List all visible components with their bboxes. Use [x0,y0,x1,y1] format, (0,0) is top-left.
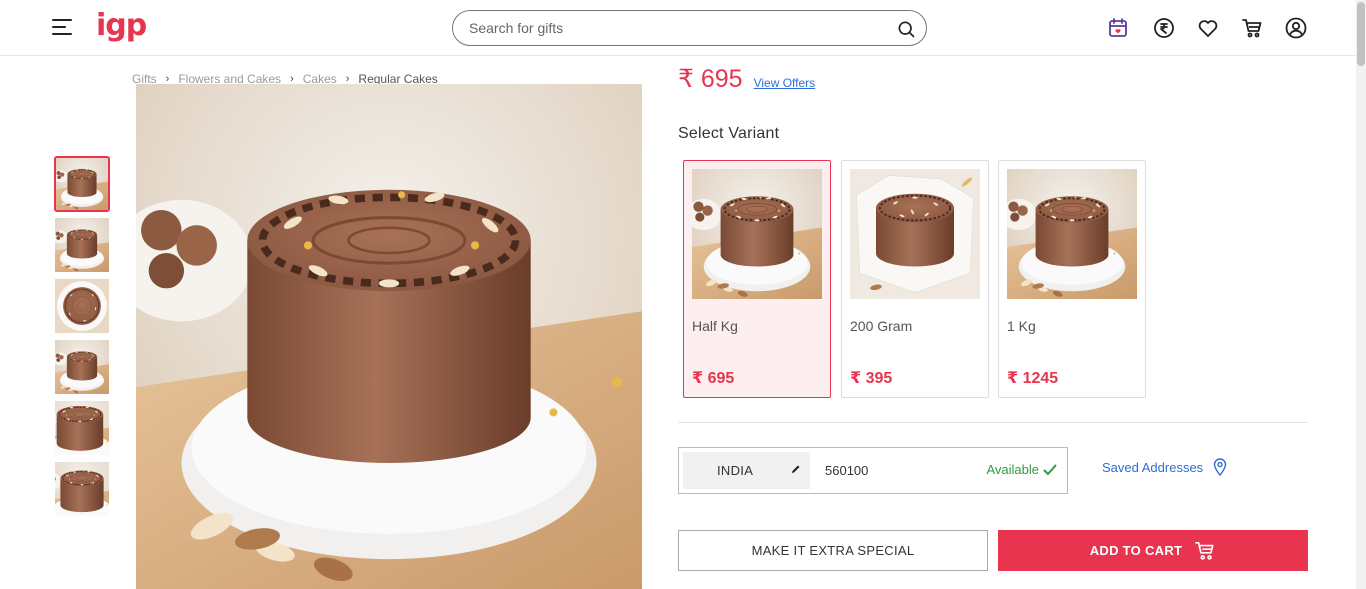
availability-text: Available [986,462,1039,477]
product-thumbnail-2[interactable] [54,217,110,273]
section-divider [678,422,1308,423]
product-price: ₹ 695 [678,65,743,93]
variant-price: ₹ 395 [850,370,893,387]
user-icon[interactable] [1284,16,1308,40]
page-scrollbar[interactable] [1356,0,1366,589]
variant-image [692,169,822,299]
variant-name: Half Kg [692,318,738,334]
variant-name: 1 Kg [1007,318,1036,334]
variant-name: 200 Gram [850,318,913,334]
delivery-pincode-box: INDIA Available [678,447,1068,494]
variant-price: ₹ 1245 [1007,370,1059,387]
add-to-cart-label: ADD TO CART [1089,543,1183,558]
cart-icon [1195,541,1214,560]
search-bar [452,10,927,46]
menu-icon[interactable] [52,19,72,37]
saved-addresses-link[interactable]: Saved Addresses [1102,458,1227,476]
variant-card-1-kg[interactable]: 1 Kg ₹ 1245 [998,160,1146,398]
country-name: INDIA [717,463,754,478]
variant-image [850,169,980,299]
product-thumbnail-3[interactable] [54,278,110,334]
location-pin-icon [1213,458,1227,476]
pincode-input[interactable] [825,460,955,480]
variant-card-200-gram[interactable]: 200 Gram ₹ 395 [841,160,989,398]
product-thumbnail-6[interactable] [54,461,110,517]
search-input[interactable] [469,18,879,38]
availability-status: Available [986,462,1057,477]
heart-icon[interactable] [1196,16,1220,40]
saved-addresses-text: Saved Addresses [1102,459,1204,475]
variant-price: ₹ 695 [692,370,735,387]
product-thumbnail-4[interactable] [54,339,110,395]
search-icon[interactable] [896,19,916,39]
thumbnail-strip [54,156,110,522]
rupee-icon[interactable] [1152,16,1176,40]
igp-logo[interactable]: igp [96,8,147,43]
scrollbar-thumb[interactable] [1357,2,1365,66]
extra-special-label: MAKE IT EXTRA SPECIAL [751,543,915,558]
product-main-image[interactable] [136,84,642,589]
calendar-icon[interactable] [1106,16,1130,40]
select-variant-heading: Select Variant [678,125,780,142]
price-row: ₹ 695 View Offers [678,64,815,94]
pencil-icon [792,465,800,473]
product-thumbnail-1[interactable] [54,156,110,212]
variant-image [1007,169,1137,299]
cart-icon[interactable] [1240,16,1264,40]
site-header: igp [0,0,1356,56]
checkmark-icon [1043,464,1057,475]
view-offers-link[interactable]: View Offers [754,76,816,90]
country-selector[interactable]: INDIA [683,452,810,489]
make-it-extra-special-button[interactable]: MAKE IT EXTRA SPECIAL [678,530,988,571]
add-to-cart-button[interactable]: ADD TO CART [998,530,1308,571]
product-thumbnail-5[interactable] [54,400,110,456]
variant-card-half-kg[interactable]: Half Kg ₹ 695 [683,160,831,398]
